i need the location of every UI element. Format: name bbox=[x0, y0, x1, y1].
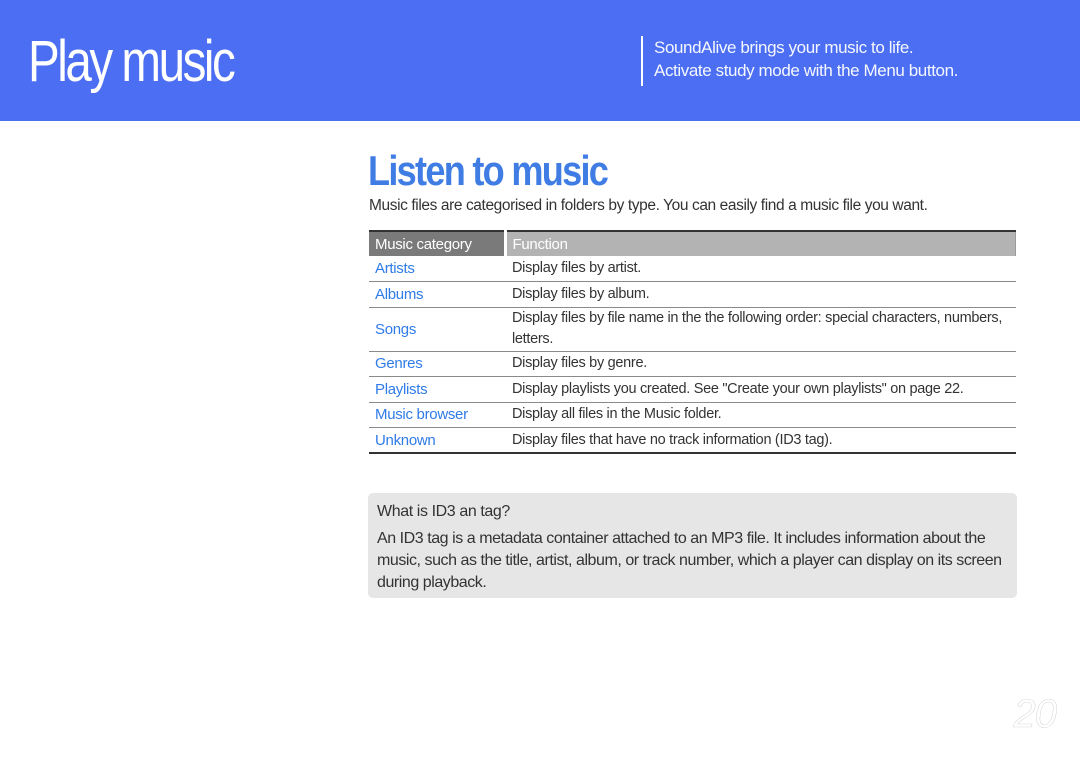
function-cell: Display playlists you created. See "Crea… bbox=[505, 376, 1016, 403]
function-cell: Display files by artist. bbox=[505, 256, 1016, 282]
chapter-tagline: SoundAlive brings your music to life. Ac… bbox=[641, 36, 958, 86]
tagline-line-1: SoundAlive brings your music to life. bbox=[654, 38, 914, 57]
id3-note-box: What is ID3 an tag? An ID3 tag is a meta… bbox=[368, 493, 1017, 598]
section-intro: Music files are categorised in folders b… bbox=[369, 197, 928, 214]
function-cell: Display all files in the Music folder. bbox=[505, 402, 1016, 428]
category-cell[interactable]: Artists bbox=[369, 256, 505, 282]
category-cell[interactable]: Genres bbox=[369, 351, 505, 377]
chapter-title: Play music bbox=[28, 29, 236, 94]
category-cell[interactable]: Albums bbox=[369, 281, 505, 308]
table-row: Albums Display files by album. bbox=[369, 281, 1016, 308]
section-title: Listen to music bbox=[368, 147, 609, 194]
function-cell: Display files by genre. bbox=[505, 351, 1016, 377]
column-header-function: Function bbox=[505, 231, 1016, 256]
table-row: Songs Display files by file name in the … bbox=[369, 307, 1016, 352]
function-cell: Display files that have no track informa… bbox=[512, 431, 833, 448]
category-cell[interactable]: Playlists bbox=[369, 376, 505, 403]
table-row: Playlists Display playlists you created.… bbox=[369, 376, 1016, 403]
table-row: Unknown Display files that have no track… bbox=[369, 428, 1016, 454]
column-header-category: Music category bbox=[369, 231, 507, 256]
table-row: Music browser Display all files in the M… bbox=[369, 402, 1016, 428]
music-category-table: Music category Function Artists Display … bbox=[369, 230, 1016, 454]
category-cell[interactable]: Unknown bbox=[369, 428, 505, 454]
tagline-line-2: Activate study mode with the Menu button… bbox=[654, 61, 958, 80]
chapter-banner: Play music SoundAlive brings your music … bbox=[0, 0, 1080, 121]
category-cell[interactable]: Songs bbox=[369, 307, 505, 352]
note-body: An ID3 tag is a metadata container attac… bbox=[377, 530, 1002, 591]
table-row: Genres Display files by genre. bbox=[369, 351, 1016, 377]
table-row: Artists Display files by artist. bbox=[369, 256, 1016, 282]
page-number: 20 bbox=[1013, 692, 1057, 736]
function-cell: Display files by file name in the the fo… bbox=[505, 307, 1016, 352]
table-header-row: Music category Function bbox=[369, 231, 1016, 256]
function-cell: Display files by album. bbox=[505, 281, 1016, 308]
note-title: What is ID3 an tag? bbox=[377, 503, 510, 520]
category-cell[interactable]: Music browser bbox=[369, 402, 505, 428]
